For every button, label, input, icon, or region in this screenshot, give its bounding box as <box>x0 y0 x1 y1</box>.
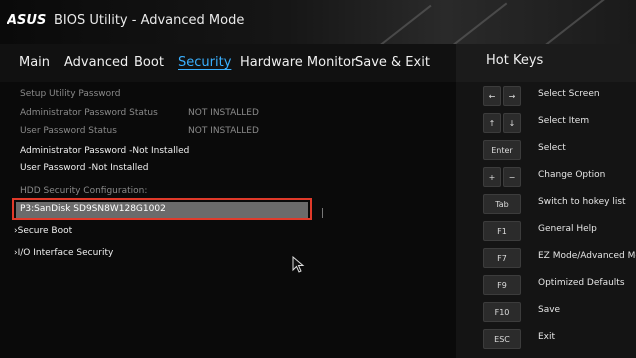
admin-password-status-label: Administrator Password Status <box>20 108 158 118</box>
tab-hardware-monitor[interactable]: Hardware Monitor <box>240 55 356 70</box>
hotkey-desc: Select Item <box>538 116 590 126</box>
hotkey-desc: Switch to hokey list <box>538 197 626 207</box>
key-left-arrow: ← <box>483 86 501 106</box>
secure-boot-label: Secure Boot <box>17 226 73 236</box>
security-content <box>0 82 456 358</box>
tab-boot[interactable]: Boot <box>134 55 164 70</box>
hotkey-desc: Select Screen <box>538 89 600 99</box>
secure-boot-item[interactable]: ›Secure Boot <box>14 226 72 236</box>
key-plus: + <box>483 167 501 187</box>
hotkey-desc: Save <box>538 305 561 315</box>
key-down-arrow: ↓ <box>503 113 521 133</box>
asus-logo: ASUS <box>7 13 46 28</box>
tab-security[interactable]: Security <box>178 55 231 70</box>
key-right-arrow: → <box>503 86 521 106</box>
title-bar: ASUS BIOS Utility - Advanced Mode <box>0 0 636 44</box>
decorative-streak <box>419 2 508 44</box>
hotkey-desc: Change Option <box>538 170 606 180</box>
tab-save-exit[interactable]: Save & Exit <box>355 55 430 70</box>
bios-window: ASUS BIOS Utility - Advanced Mode Main A… <box>0 0 636 358</box>
key-f9: F9 <box>483 275 521 295</box>
key-f7: F7 <box>483 248 521 268</box>
key-tab: Tab <box>483 194 521 214</box>
hotkeys-title: Hot Keys <box>486 53 544 68</box>
hotkey-desc: Select <box>538 143 566 153</box>
setup-utility-password-heading: Setup Utility Password <box>20 89 121 99</box>
decorative-streak <box>519 0 616 44</box>
mouse-pointer-icon <box>292 256 305 273</box>
user-password-status-value: NOT INSTALLED <box>188 126 259 136</box>
hotkey-desc: Optimized Defaults <box>538 278 625 288</box>
io-interface-security-label: I/O Interface Security <box>17 248 114 258</box>
key-esc: ESC <box>483 329 521 349</box>
divider <box>322 208 323 218</box>
admin-password-status-value: NOT INSTALLED <box>188 108 259 118</box>
hotkey-desc: EZ Mode/Advanced Mod <box>538 251 636 261</box>
hotkey-desc: Exit <box>538 332 556 342</box>
tab-main[interactable]: Main <box>19 55 50 70</box>
highlight-annotation-box <box>12 198 312 220</box>
tab-advanced[interactable]: Advanced <box>64 55 128 70</box>
key-enter: Enter <box>483 140 521 160</box>
user-password-status-label: User Password Status <box>20 126 117 136</box>
administrator-password-item[interactable]: Administrator Password -Not Installed <box>20 146 189 156</box>
hotkey-desc: General Help <box>538 224 597 234</box>
key-minus: − <box>503 167 521 187</box>
hotkeys-header <box>456 44 636 82</box>
key-f1: F1 <box>483 221 521 241</box>
io-interface-security-item[interactable]: ›I/O Interface Security <box>14 248 113 258</box>
user-password-item[interactable]: User Password -Not Installed <box>20 163 149 173</box>
asus-logo-text: ASUS <box>7 13 46 28</box>
decorative-streak <box>359 4 432 44</box>
key-up-arrow: ↑ <box>483 113 501 133</box>
app-title: BIOS Utility - Advanced Mode <box>54 13 245 28</box>
hdd-security-config-heading: HDD Security Configuration: <box>20 186 148 196</box>
key-f10: F10 <box>483 302 521 322</box>
